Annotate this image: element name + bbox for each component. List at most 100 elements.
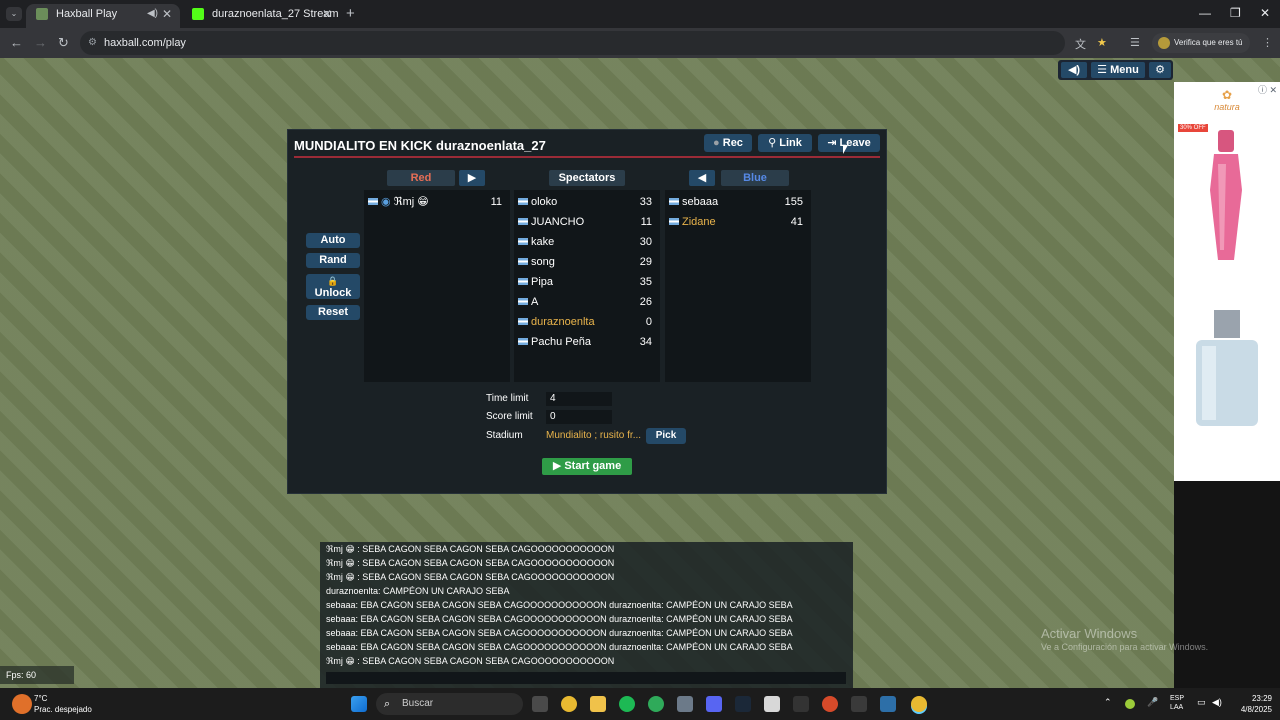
- tray-app-icon[interactable]: [1125, 699, 1135, 709]
- move-to-red-button[interactable]: ▶: [459, 170, 485, 186]
- profile-verify-chip[interactable]: Verifica que eres tú: [1152, 33, 1251, 53]
- chat-message: ℜmj 😁 : SEBA CAGON SEBA CAGON SEBA CAGOO…: [326, 544, 615, 554]
- tab-search-button[interactable]: ⌄: [6, 7, 22, 21]
- leave-button[interactable]: ⇥ Leave: [818, 134, 880, 152]
- rec-label: Rec: [722, 137, 743, 149]
- spotify-icon[interactable]: [619, 696, 635, 712]
- chrome-active-icon[interactable]: [911, 696, 927, 712]
- ad-brand-text: natura: [1214, 102, 1240, 112]
- epic-games-icon[interactable]: [793, 696, 809, 712]
- search-icon: ⌕: [384, 698, 391, 710]
- taskbar-search[interactable]: ⌕ Buscar: [376, 693, 523, 715]
- forward-icon[interactable]: →: [34, 35, 47, 50]
- player-row[interactable]: Pipa 35: [518, 274, 656, 290]
- reset-button[interactable]: Reset: [306, 305, 360, 320]
- volume-icon[interactable]: ◀): [1212, 697, 1222, 708]
- sound-button[interactable]: ◀): [1061, 62, 1087, 78]
- mouse-cursor-icon: [843, 145, 848, 154]
- bookmark-star-icon[interactable]: ★: [1097, 36, 1107, 49]
- close-window-icon[interactable]: ✕: [1260, 6, 1270, 20]
- chat-input[interactable]: [326, 672, 846, 684]
- chat-message: ℜmj 😁 : SEBA CAGON SEBA CAGON SEBA CAGOO…: [326, 656, 615, 666]
- player-score: 41: [790, 216, 803, 228]
- rand-button[interactable]: Rand: [306, 253, 360, 268]
- move-to-blue-button[interactable]: ◀: [689, 170, 715, 186]
- player-row[interactable]: oloko 33: [518, 194, 656, 210]
- new-tab-icon[interactable]: +: [346, 5, 355, 22]
- taskbar: [0, 688, 1280, 720]
- spectators-list[interactable]: oloko 33 JUANCHO 11 kake 30 song 29 Pipa 35 A 26 dur…: [514, 190, 660, 382]
- natura-logo-icon: ✿: [1221, 88, 1233, 102]
- reload-icon[interactable]: ↻: [58, 35, 69, 51]
- restore-icon[interactable]: ❐: [1230, 6, 1241, 20]
- menu-button[interactable]: ☰ Menu: [1091, 62, 1145, 78]
- app-icon[interactable]: [648, 696, 664, 712]
- unlock-button[interactable]: 🔒 Unlock: [306, 274, 360, 299]
- clock-date: 4/8/2025: [1240, 705, 1272, 714]
- start-game-button[interactable]: ▶ Start game: [542, 458, 632, 475]
- store-icon[interactable]: [764, 696, 780, 712]
- player-row[interactable]: Zidane 41: [669, 214, 807, 230]
- player-name: Pipa: [531, 276, 554, 288]
- site-info-icon[interactable]: ⚙: [88, 31, 97, 55]
- close-tab-icon[interactable]: ✕: [322, 4, 332, 24]
- microphone-icon[interactable]: 🎤: [1147, 697, 1158, 708]
- player-score: 26: [639, 296, 652, 308]
- player-row[interactable]: sebaaa 155: [669, 194, 807, 210]
- player-row[interactable]: song 29: [518, 254, 656, 270]
- app2-icon[interactable]: [851, 696, 867, 712]
- score-limit-select[interactable]: 0: [546, 410, 612, 424]
- tab-audio-icon[interactable]: ◀): [147, 4, 158, 24]
- file-explorer-icon[interactable]: [590, 696, 606, 712]
- player-row[interactable]: duraznoenlta 0: [518, 314, 656, 330]
- profile-avatar-icon: [1158, 37, 1170, 49]
- player-row[interactable]: A 26: [518, 294, 656, 310]
- link-button[interactable]: ⚲ Link: [758, 134, 812, 152]
- red-team-list[interactable]: ◉ ℜmj 😁 11: [364, 190, 510, 382]
- language-indicator[interactable]: ESP LAA: [1170, 694, 1184, 712]
- network-icon[interactable]: ▭: [1197, 697, 1206, 708]
- discord-icon[interactable]: [706, 696, 722, 712]
- translate-icon[interactable]: 文: [1075, 36, 1086, 52]
- weather-widget[interactable]: 7°C Prac. despejado: [34, 693, 92, 715]
- url-field[interactable]: ⚙ haxball.com/play: [80, 31, 1065, 55]
- record-dot-icon: ●: [713, 137, 723, 149]
- more-menu-icon[interactable]: ⋮: [1262, 36, 1273, 49]
- steam-icon[interactable]: [735, 696, 751, 712]
- settings-button[interactable]: ⚙: [1149, 62, 1171, 78]
- player-row[interactable]: ◉ ℜmj 😁 11: [368, 194, 506, 210]
- player-name: song: [531, 256, 555, 268]
- blue-team-list[interactable]: sebaaa 155 Zidane 41: [665, 190, 811, 382]
- player-row[interactable]: kake 30: [518, 234, 656, 250]
- red-team-header[interactable]: Red: [387, 170, 455, 186]
- settings-app-icon[interactable]: [677, 696, 693, 712]
- weather-icon[interactable]: [12, 694, 32, 714]
- tab-kick-stream[interactable]: duraznoenlata_27 Stream - Wat ✕: [182, 4, 340, 28]
- obs-icon[interactable]: [822, 696, 838, 712]
- ad-close-icon[interactable]: ⓘ ✕: [1258, 83, 1277, 96]
- close-tab-icon[interactable]: ✕: [162, 4, 172, 24]
- player-name: JUANCHO: [531, 216, 585, 228]
- pick-stadium-button[interactable]: Pick: [646, 428, 686, 444]
- rec-button[interactable]: ● Rec: [704, 134, 752, 152]
- ad-discount-badge: 30% OFF: [1178, 124, 1208, 132]
- lang-layout: LAA: [1170, 704, 1184, 711]
- windows-start-icon[interactable]: [351, 696, 367, 712]
- task-view-icon[interactable]: [532, 696, 548, 712]
- tray-overflow-icon[interactable]: ⌃: [1104, 697, 1112, 708]
- tab-haxball[interactable]: Haxball Play ◀) ✕: [26, 4, 180, 28]
- player-row[interactable]: JUANCHO 11: [518, 214, 656, 230]
- app3-icon[interactable]: [880, 696, 896, 712]
- media-control-icon[interactable]: ☰: [1130, 36, 1140, 49]
- spectators-header[interactable]: Spectators: [549, 170, 625, 186]
- speaker-icon: ◀): [1067, 64, 1081, 76]
- back-icon[interactable]: ←: [10, 35, 23, 50]
- blue-team-header[interactable]: Blue: [721, 170, 789, 186]
- player-row[interactable]: Pachu Peña 34: [518, 334, 656, 350]
- minimize-icon[interactable]: —: [1199, 6, 1211, 20]
- system-clock[interactable]: 23:29 4/8/2025: [1226, 693, 1272, 715]
- auto-button[interactable]: Auto: [306, 233, 360, 248]
- time-limit-select[interactable]: 4: [546, 392, 612, 406]
- player-name: Pachu Peña: [531, 336, 591, 348]
- chrome-icon[interactable]: [561, 696, 577, 712]
